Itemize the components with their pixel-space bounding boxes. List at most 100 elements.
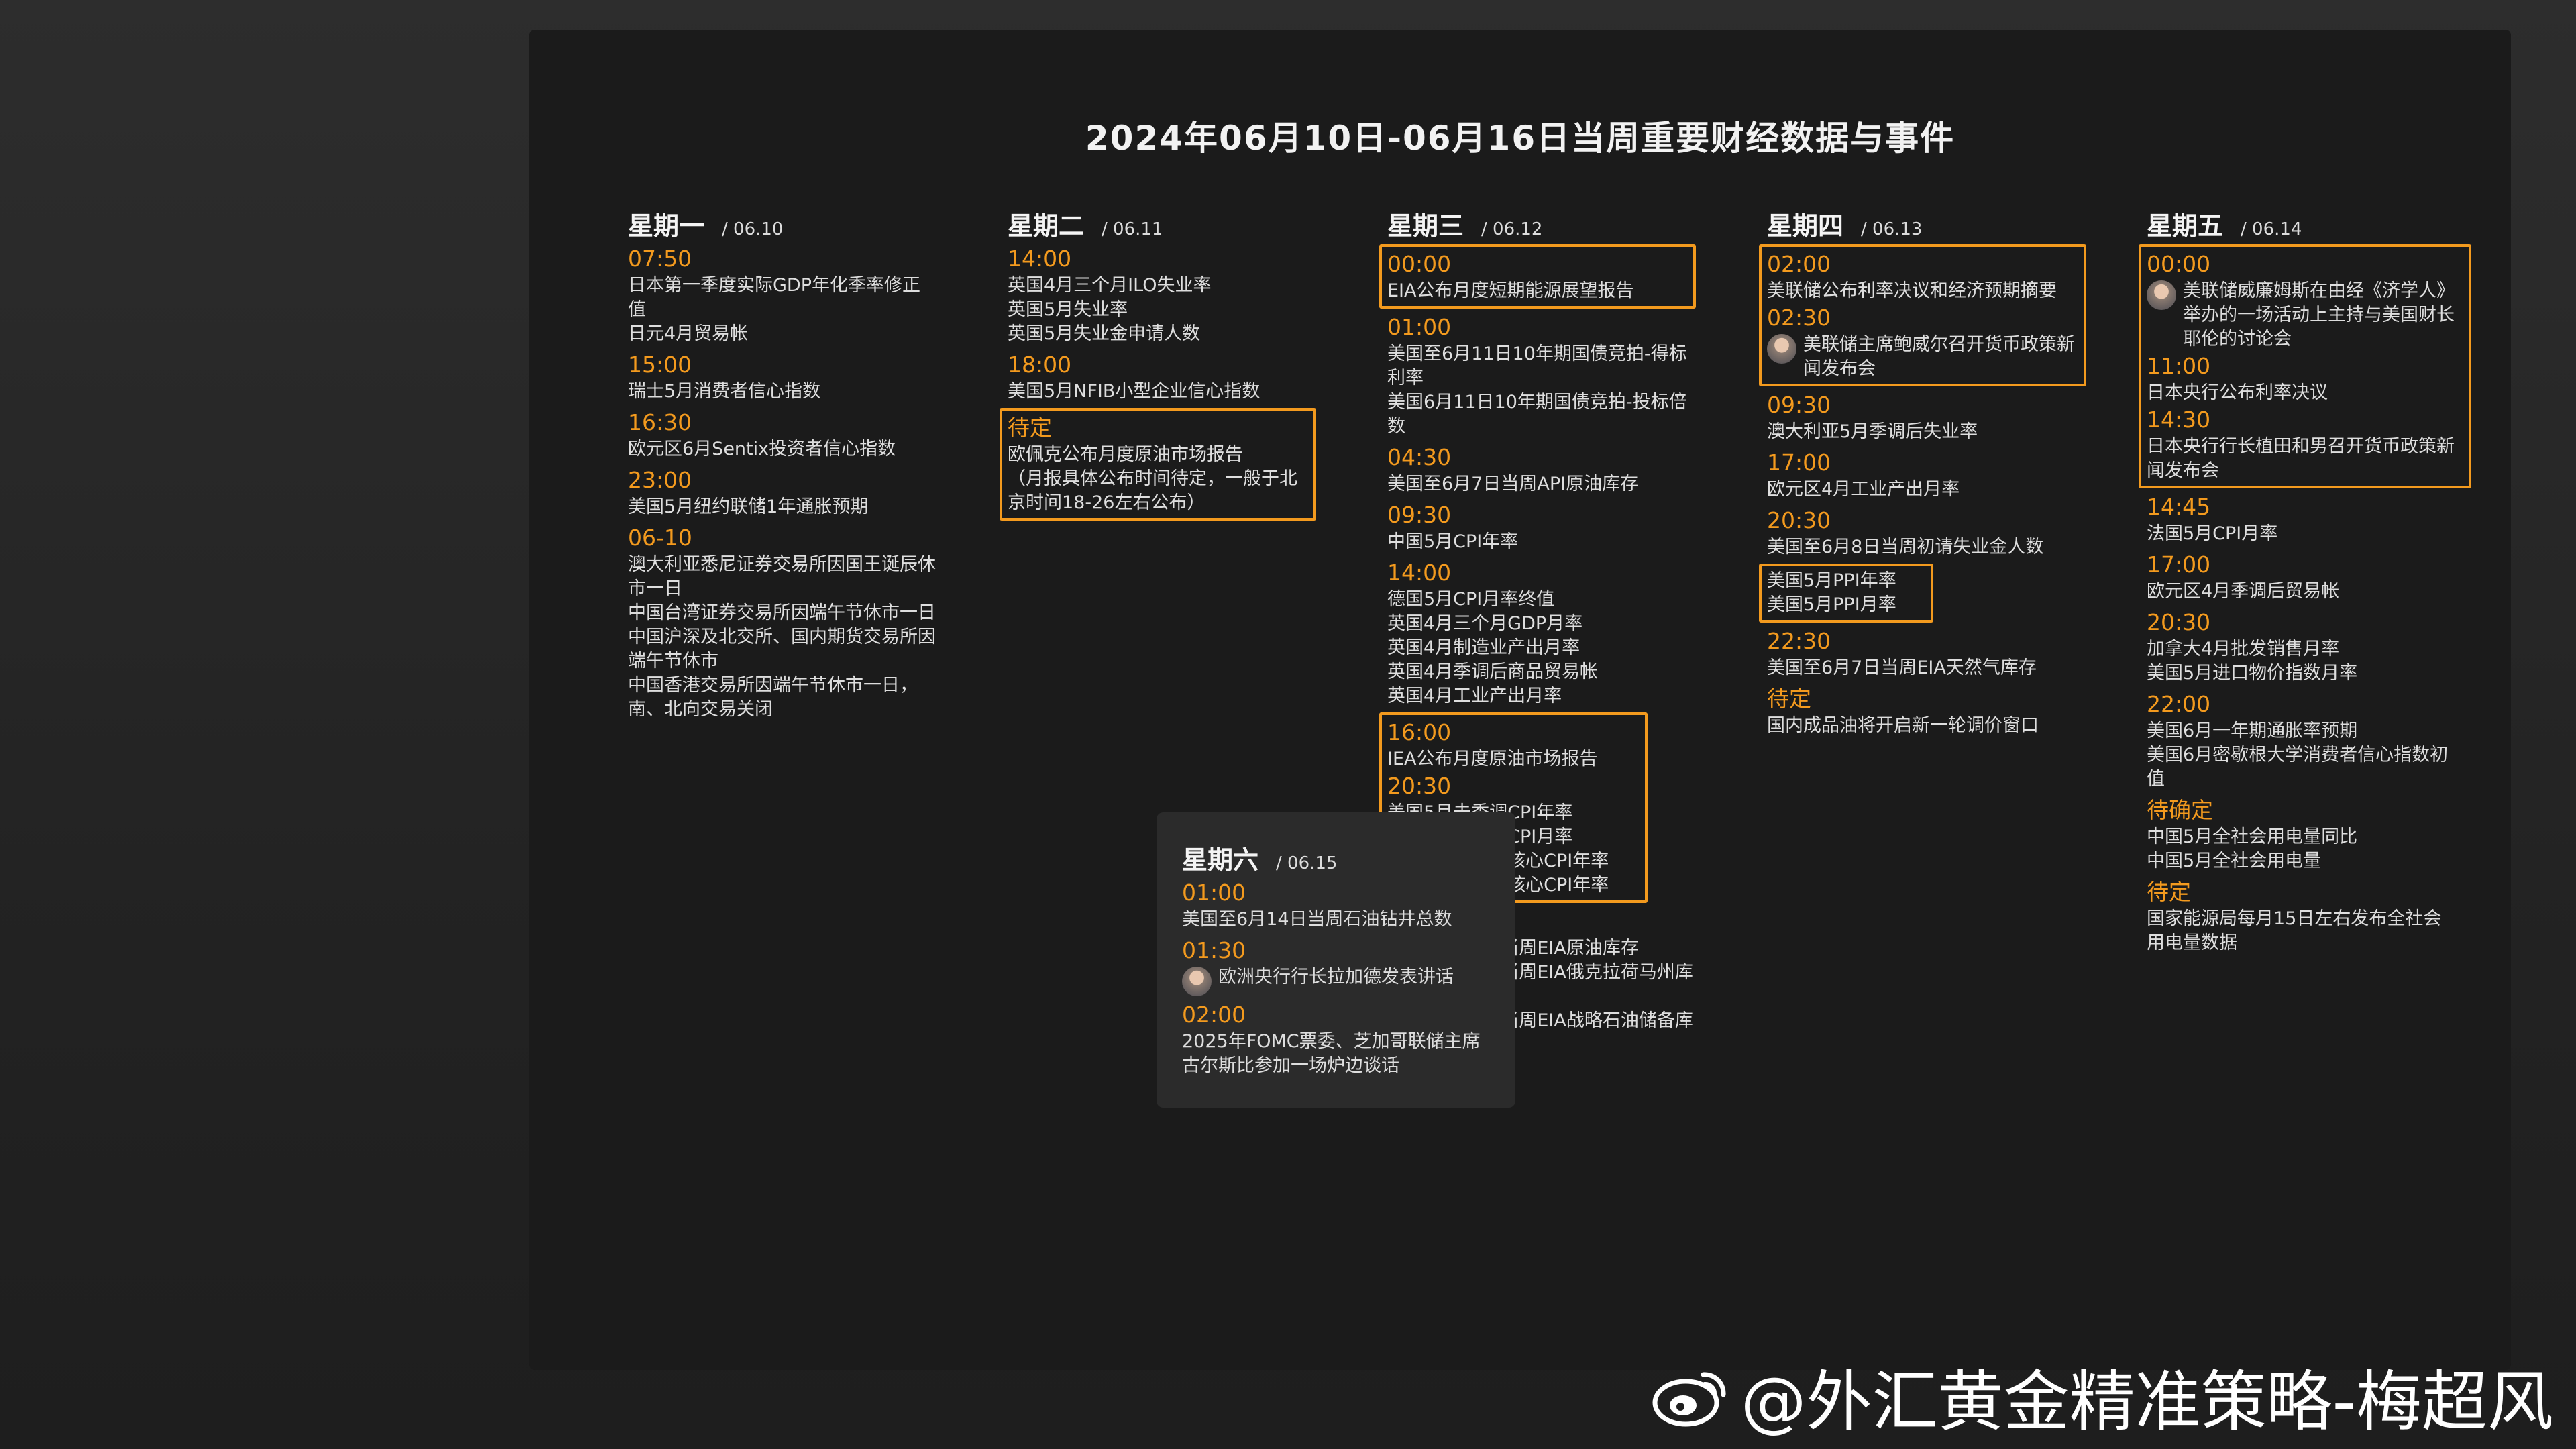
event-slot: 22:30 美国至6月7日当周EIA天然气库存 [1767,627,2076,680]
event-item: 英国4月三个月ILO失业率 [1008,275,1212,296]
event-time: 23:00 [628,467,692,493]
event-item: 英国4月季调后商品贸易帐 [1387,661,1599,682]
event-slot: 17:00 欧元区4月季调后贸易帐 [2147,550,2455,604]
event-item: 美联储主席鲍威尔召开货币政策新闻发布会 [1803,334,2075,379]
day-header: 星期三 / 06.12 [1387,205,1696,241]
event-item: 日元4月贸易帐 [628,323,749,344]
day-column-thursday: 星期四 / 06.13 02:00 美联储公布利率决议和经济预期摘要 02:30… [1759,205,2086,742]
event-time: 02:30 [1767,305,1831,331]
highlighted-event-slot: 00:00 美联储威廉姆斯在由经《济学人》举办的一场活动上主持与美国财长耶伦的讨… [2139,244,2471,488]
event-item: 日本央行公布利率决议 [2147,382,2328,403]
event-slot: 01:00 美国至6月11日10年期国债竞拍-得标利率 美国6月11日10年期国… [1387,313,1696,439]
event-slot: 20:30 美国至6月8日当周初请失业金人数 [1767,506,2076,559]
event-slot: 16:30 欧元区6月Sentix投资者信心指数 [628,408,936,462]
event-item: 法国5月CPI月率 [2147,523,2278,544]
event-item: 澳大利亚5月季调后失业率 [1767,421,1978,442]
event-time: 01:00 [1182,879,1246,906]
highlighted-event-slot: 待定 欧佩克公布月度原油市场报告 （月报具体公布时间待定，一般于北京时间18-2… [1000,408,1316,521]
watermark: @外汇黄金精准策略-梅超风 [1651,1348,2553,1444]
event-slot: 待定 国内成品油将开启新一轮调价窗口 [1767,684,2076,738]
event-item: 中国5月全社会用电量 [2147,851,2322,871]
event-item: 中国沪深及北交所、国内期货交易所因端午节休市 [628,627,936,672]
event-time: 00:00 [2147,251,2211,277]
event-item: 美国至6月14日当周石油钻井总数 [1182,909,1452,930]
event-time: 16:30 [628,409,692,435]
event-item: 美国6月11日10年期国债竞拍-投标倍数 [1387,392,1687,437]
day-date: / 06.13 [1861,219,1923,239]
event-item: 英国5月失业率 [1008,299,1128,320]
calendar-panel: 2024年06月10日-06月16日当周重要财经数据与事件 星期一 / 06.1… [529,30,2511,1370]
day-header: 星期一 / 06.10 [628,205,936,241]
event-slot: 01:30 欧洲央行行长拉加德发表讲话 [1182,936,1490,996]
day-header: 星期二 / 06.11 [1008,205,1316,241]
event-time: 待确定 [2147,797,2213,823]
day-name: 星期三 [1387,211,1464,241]
event-time: 00:00 [1387,251,1452,277]
event-time: 01:30 [1182,937,1246,963]
event-slot: 17:00 欧元区4月工业产出月率 [1767,448,2076,502]
event-slot: 18:00 美国5月NFIB小型企业信心指数 [1008,350,1316,404]
event-item: 美国5月NFIB小型企业信心指数 [1008,381,1260,402]
event-slot: 14:00 德国5月CPI月率终值 英国4月三个月GDP月率 英国4月制造业产出… [1387,558,1696,708]
watermark-text: @外汇黄金精准策略-梅超风 [1740,1364,2553,1440]
event-item: 美联储公布利率决议和经济预期摘要 [1767,280,2057,301]
event-slot: 01:00 美国至6月14日当周石油钻井总数 [1182,878,1490,932]
event-time: 16:00 [1387,719,1452,745]
day-name: 星期五 [2147,211,2224,241]
event-time: 20:30 [1767,507,1831,533]
speaker-row: 美联储威廉姆斯在由经《济学人》举办的一场活动上主持与美国财长耶伦的讨论会 [2147,279,2463,352]
event-item: 美国6月一年期通胀率预期 [2147,720,2358,741]
speaker-avatar [2147,280,2176,310]
event-slot: 待定 国家能源局每月15日左右发布全社会用电量数据 [2147,877,2455,955]
event-slot: 15:00 瑞士5月消费者信心指数 [628,350,936,404]
event-time: 22:30 [1767,628,1831,654]
day-column-monday: 星期一 / 06.10 07:50 日本第一季度实际GDP年化季率修正值 日元4… [628,205,936,726]
event-item: 日本第一季度实际GDP年化季率修正值 [628,275,920,320]
event-time: 04:30 [1387,444,1452,470]
speaker-avatar [1182,967,1212,996]
event-item: 美国5月PPI年率 [1767,570,1896,591]
day-date: / 06.14 [2241,219,2302,239]
event-item: 澳大利亚悉尼证券交易所因国王诞辰休市一日 [628,554,936,599]
event-item: 欧佩克公布月度原油市场报告 [1008,444,1243,465]
event-item: 中国台湾证券交易所因端午节休市一日 [628,602,936,623]
event-item: 美国5月PPI月率 [1767,594,1896,615]
day-header: 星期五 / 06.14 [2147,205,2455,241]
speaker-avatar [1767,334,1796,364]
event-item: 中国5月CPI年率 [1387,531,1519,552]
event-item: 美国至6月8日当周初请失业金人数 [1767,537,2044,557]
event-item: 中国香港交易所因端午节休市一日，南、北向交易关闭 [628,675,918,720]
saturday-card: 星期六 / 06.15 01:00 美国至6月14日当周石油钻井总数 01:30… [1157,812,1515,1108]
event-time: 待定 [1008,415,1052,441]
day-name: 星期二 [1008,211,1085,241]
day-header: 星期四 / 06.13 [1767,205,2076,241]
event-slot: 09:30 澳大利亚5月季调后失业率 [1767,390,2076,444]
event-item: 中国5月全社会用电量同比 [2147,826,2358,847]
event-item: 国家能源局每月15日左右发布全社会用电量数据 [2147,908,2442,953]
day-column-tuesday: 星期二 / 06.11 14:00 英国4月三个月ILO失业率 英国5月失业率 … [1000,205,1316,525]
event-slot: 20:30 加拿大4月批发销售月率 美国5月进口物价指数月率 [2147,608,2455,686]
event-item: 美国至6月7日当周API原油库存 [1387,474,1639,494]
event-slot: 14:45 法国5月CPI月率 [2147,492,2455,546]
day-date: / 06.12 [1481,219,1543,239]
event-item: 美国5月纽约联储1年通胀预期 [628,496,869,517]
event-slot: 14:00 英国4月三个月ILO失业率 英国5月失业率 英国5月失业金申请人数 [1008,244,1316,346]
event-item: 美国5月进口物价指数月率 [2147,663,2358,684]
event-item: 欧元区4月季调后贸易帐 [2147,581,2340,602]
event-item: 欧元区4月工业产出月率 [1767,479,1960,500]
event-item: EIA公布月度短期能源展望报告 [1387,280,1634,301]
event-time: 待定 [1767,686,1811,712]
event-time: 09:30 [1767,392,1831,418]
event-item: 英国4月制造业产出月率 [1387,637,1580,658]
event-item: 美国至6月11日10年期国债竞拍-得标利率 [1387,343,1687,388]
event-item: 美国至6月7日当周EIA天然气库存 [1767,657,2037,678]
event-item: 国内成品油将开启新一轮调价窗口 [1767,715,2039,736]
event-time: 17:00 [2147,551,2211,578]
event-slot: 09:30 中国5月CPI年率 [1387,500,1696,554]
event-item: 日本央行行长植田和男召开货币政策新闻发布会 [2147,436,2455,481]
day-name: 星期六 [1182,845,1259,875]
day-date: / 06.10 [722,219,784,239]
event-time: 02:00 [1182,1002,1246,1028]
event-item: 英国4月三个月GDP月率 [1387,613,1583,634]
page-title: 2024年06月10日-06月16日当周重要财经数据与事件 [1085,119,1955,158]
